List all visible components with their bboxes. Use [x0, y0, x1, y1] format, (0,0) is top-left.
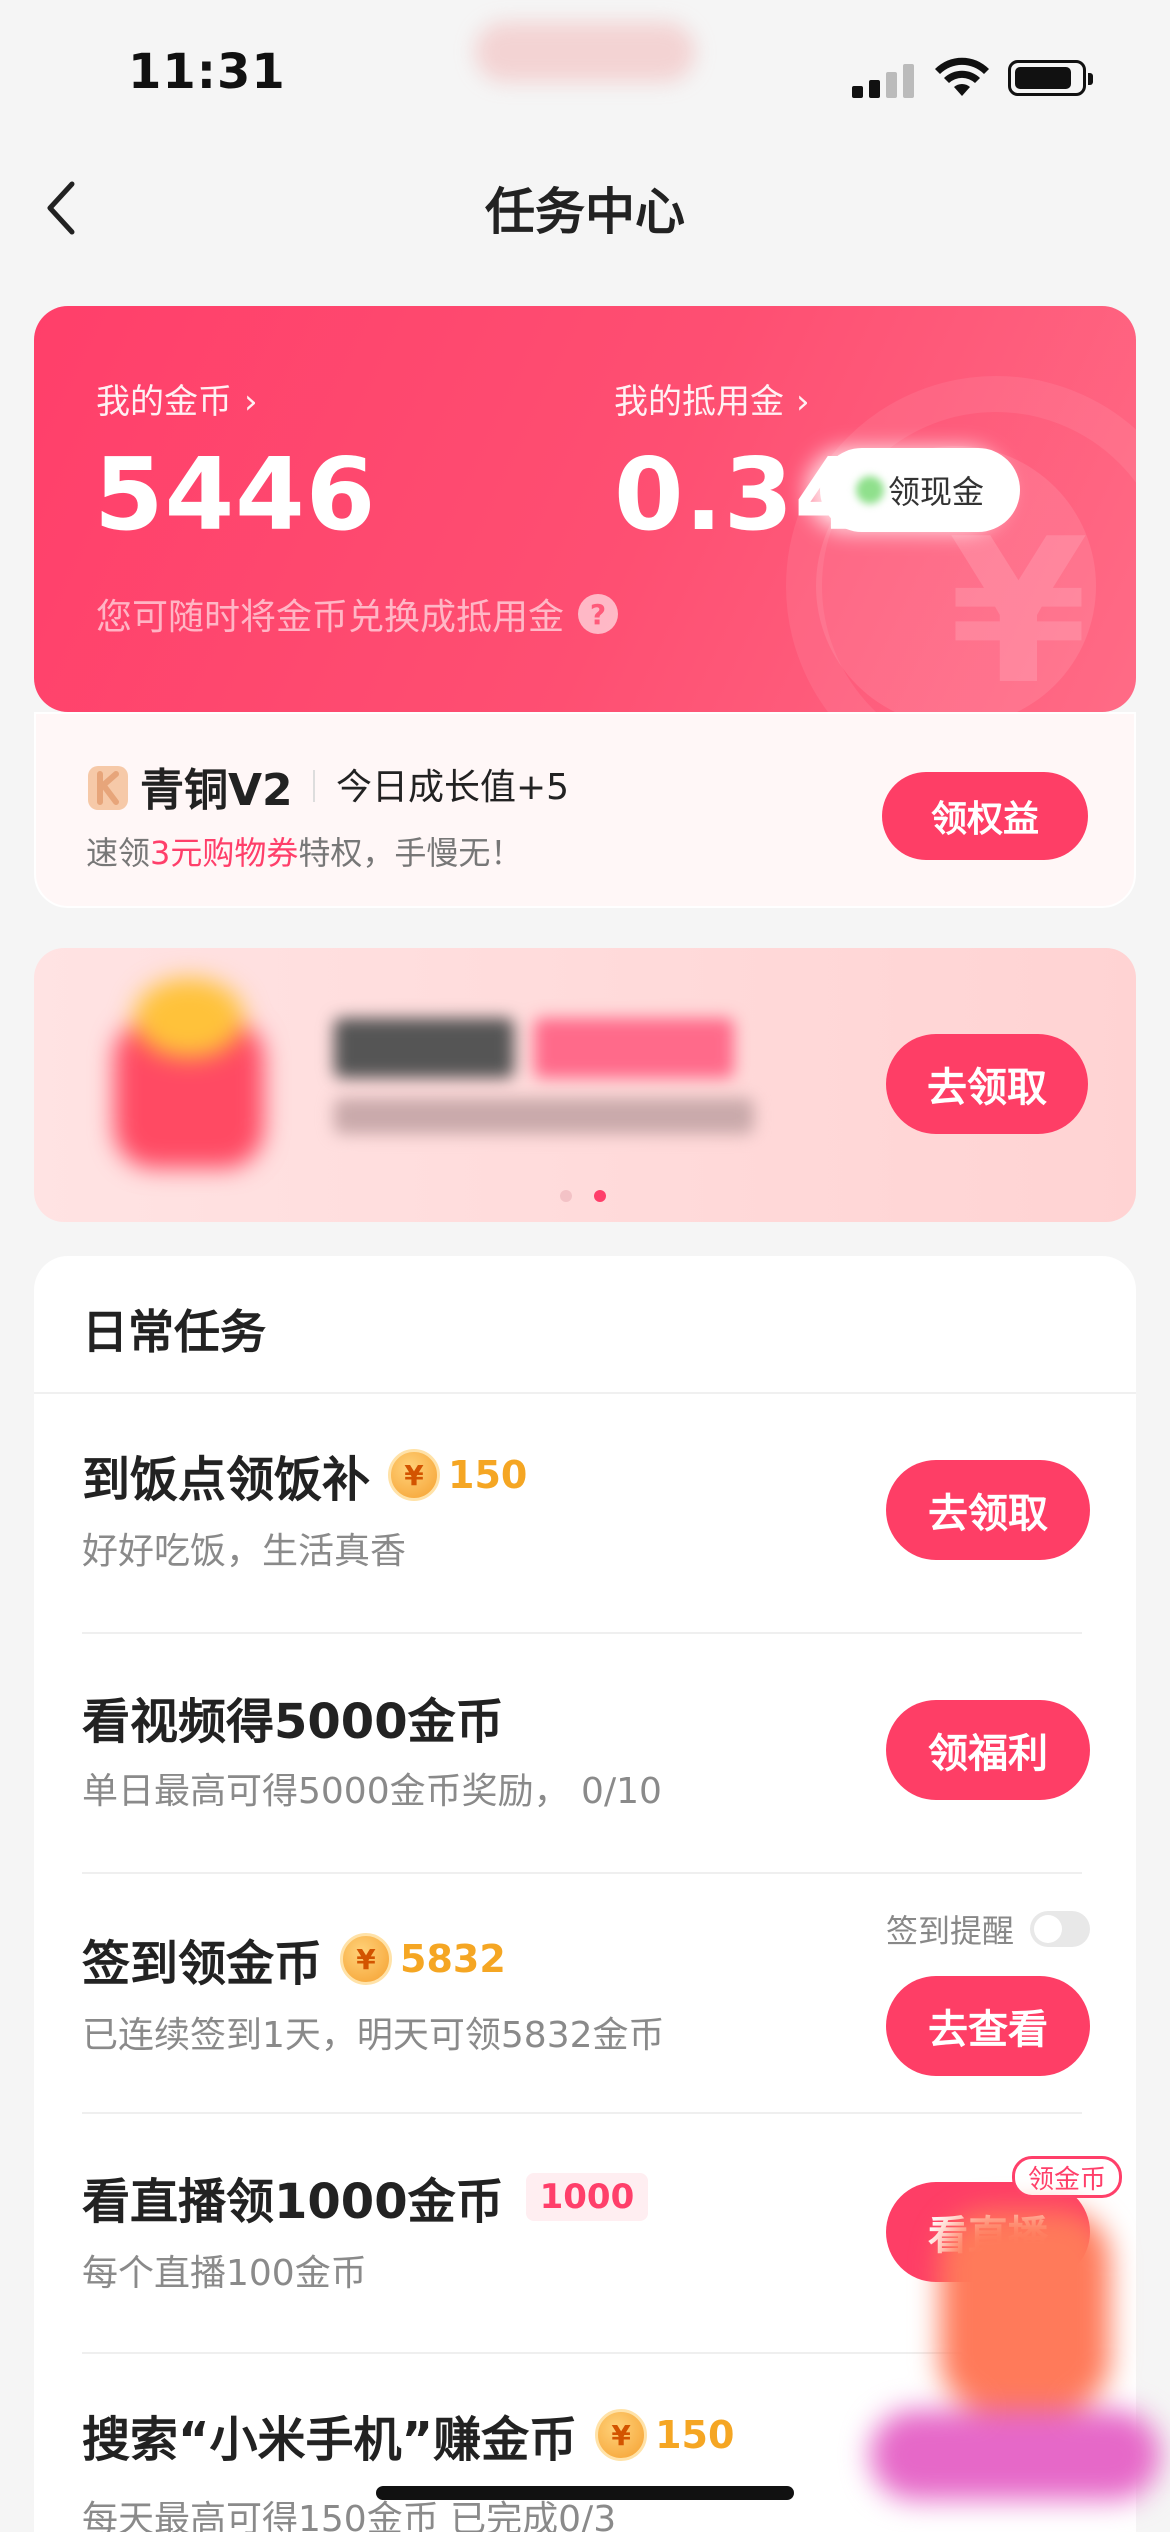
check-in-reminder: 签到提醒 — [886, 1906, 1090, 1952]
floating-promo-widget[interactable] — [870, 2210, 1170, 2532]
promo-title-blurred — [334, 1018, 734, 1078]
cellular-signal-icon — [852, 64, 916, 98]
help-icon[interactable]: ? — [578, 594, 619, 634]
task-title-row: 到饭点领饭补 ¥ 150 — [82, 1440, 527, 1510]
task-title: 签到领金币 — [82, 1936, 323, 1992]
my-voucher-link[interactable]: 我的抵用金 › — [614, 374, 810, 423]
exchange-tip-text: 您可随时将金币兑换成抵用金 — [96, 597, 565, 638]
task-title-row: 看直播领1000金币 1000 — [82, 2162, 649, 2232]
level-desc-prefix: 速领 — [86, 834, 151, 872]
get-cash-label: 领现金 — [887, 473, 984, 511]
coins-value: 5446 — [94, 436, 377, 553]
coin-amount: 5832 — [400, 1937, 506, 1981]
coin-card: ¥ 我的金币 › 5446 我的抵用金 › 0.34 领现金 您可随时将金币兑换成抵… — [34, 306, 1136, 712]
carousel-dot[interactable] — [560, 1190, 572, 1202]
wifi-icon — [935, 57, 989, 96]
task-benefit-button[interactable]: 领福利 — [886, 1700, 1090, 1800]
task-subtitle: 好好吃饭，生活真香 — [82, 1531, 407, 1572]
task-subtitle: 每个直播100金币 — [82, 2253, 367, 2294]
get-coins-badge: 领金币 — [1012, 2156, 1122, 2198]
coin-icon: ¥ — [340, 1933, 393, 1985]
dynamic-island-blur — [475, 22, 695, 82]
chevron-right-icon: › — [796, 382, 810, 422]
task-claim-button[interactable]: 去领取 — [886, 1460, 1090, 1560]
task-title-row: 看视频得5000金币 — [82, 1682, 504, 1752]
reminder-label: 签到提醒 — [885, 1912, 1014, 1950]
level-name: 青铜V2 — [140, 765, 293, 816]
task-view-button[interactable]: 去查看 — [886, 1976, 1090, 2076]
exchange-tip: 您可随时将金币兑换成抵用金 ? — [96, 588, 619, 640]
carousel-dot-active[interactable] — [594, 1190, 606, 1202]
task-title-row: 签到领金币 ¥ 5832 — [82, 1924, 506, 1994]
promo-subtitle-blurred — [334, 1098, 754, 1134]
coin-amount: 150 — [448, 1453, 528, 1497]
carousel-dots — [560, 1190, 606, 1202]
task-title: 到饭点领饭补 — [82, 1452, 371, 1508]
growth-value: 今日成长值+5 — [336, 767, 570, 808]
claim-rights-button[interactable]: 领权益 — [882, 772, 1088, 860]
daily-tasks-title: 日常任务 — [82, 1305, 266, 1359]
nav-bar: 任务中心 — [0, 150, 1170, 260]
task-check-in: 签到提醒 签到领金币 ¥ 5832 已连续签到1天，明天可领5832金币 去查看 — [34, 1874, 1136, 2114]
get-cash-button[interactable]: 领现金 — [820, 448, 1020, 532]
level-desc-highlight: 3元购物券 — [150, 834, 299, 872]
my-coins-label: 我的金币 — [96, 382, 232, 422]
task-title-row: 搜索“小米手机”赚金币 ¥ 150 — [82, 2400, 734, 2470]
status-bar: 11:31 — [0, 0, 1170, 150]
status-time: 11:31 — [128, 44, 286, 100]
divider — [313, 770, 315, 802]
level-desc-suffix: 特权，手慢无！ — [298, 834, 523, 872]
coin-icon: ¥ — [595, 2409, 648, 2461]
coin-icon: ¥ — [388, 1449, 441, 1501]
task-title: 看直播领1000金币 — [82, 2174, 504, 2230]
task-meal-allowance: 到饭点领饭补 ¥ 150 好好吃饭，生活真香 去领取 — [34, 1394, 1136, 1634]
coin-amount: 150 — [655, 2413, 735, 2457]
task-watch-video: 看视频得5000金币 单日最高可得5000金币奖励， 0/10 领福利 — [34, 1634, 1136, 1874]
promo-banner[interactable]: 去领取 — [34, 948, 1136, 1222]
chevron-right-icon: › — [244, 382, 258, 422]
level-description: 速领3元购物券特权，手慢无！ — [86, 828, 522, 874]
bronze-level-icon — [88, 766, 128, 810]
task-subtitle: 单日最高可得5000金币奖励， 0/10 — [82, 1771, 662, 1812]
my-coins-link[interactable]: 我的金币 › — [96, 374, 258, 423]
reward-tag: 1000 — [525, 2173, 649, 2221]
battery-icon — [1008, 60, 1093, 96]
coin-reward: ¥ 150 — [595, 2409, 734, 2461]
home-indicator — [376, 2486, 794, 2500]
task-title: 搜索“小米手机”赚金币 — [82, 2412, 578, 2468]
coin-reward: ¥ 150 — [388, 1449, 527, 1501]
reminder-toggle[interactable] — [1030, 1911, 1090, 1947]
my-voucher-label: 我的抵用金 — [614, 382, 784, 422]
level-card: 青铜V2 今日成长值+5 速领3元购物券特权，手慢无！ 领权益 — [34, 712, 1136, 908]
cash-icon — [855, 476, 884, 504]
task-subtitle: 已连续签到1天，明天可领5832金币 — [82, 2015, 665, 2056]
task-title: 看视频得5000金币 — [82, 1694, 504, 1750]
coin-reward: ¥ 5832 — [340, 1933, 506, 1985]
banner-claim-button[interactable]: 去领取 — [886, 1034, 1088, 1134]
promo-image — [74, 978, 294, 1178]
page-title: 任务中心 — [485, 183, 685, 241]
